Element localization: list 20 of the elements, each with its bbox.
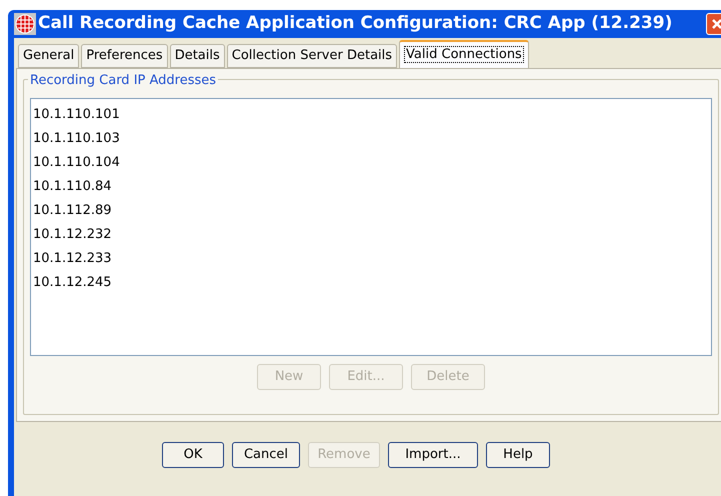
list-item[interactable]: 10.1.110.103: [33, 127, 711, 151]
dialog-button[interactable]: Help: [486, 442, 550, 468]
tab[interactable]: Valid Connections: [399, 40, 529, 68]
globe-icon: [14, 13, 36, 35]
list-item[interactable]: 10.1.110.84: [33, 175, 711, 199]
tab[interactable]: Collection Server Details: [226, 44, 398, 68]
tab[interactable]: Preferences: [81, 44, 168, 68]
list-item[interactable]: 10.1.112.89: [33, 199, 711, 223]
list-item[interactable]: 10.1.12.232: [33, 223, 711, 247]
tab[interactable]: General: [18, 44, 80, 68]
window-title: Call Recording Cache Application Configuration: CRC App (12.239): [38, 12, 672, 36]
dialog-button[interactable]: OK: [162, 442, 224, 468]
tab[interactable]: Details: [170, 44, 225, 68]
list-item[interactable]: 10.1.12.245: [33, 271, 711, 295]
list-item[interactable]: 10.1.110.104: [33, 151, 711, 175]
close-icon: [711, 18, 721, 30]
dialog-button[interactable]: Import...: [388, 442, 478, 468]
list-item[interactable]: 10.1.12.233: [33, 247, 711, 271]
list-item[interactable]: 10.1.110.101: [33, 103, 711, 127]
dialog-button[interactable]: Cancel: [232, 442, 300, 468]
